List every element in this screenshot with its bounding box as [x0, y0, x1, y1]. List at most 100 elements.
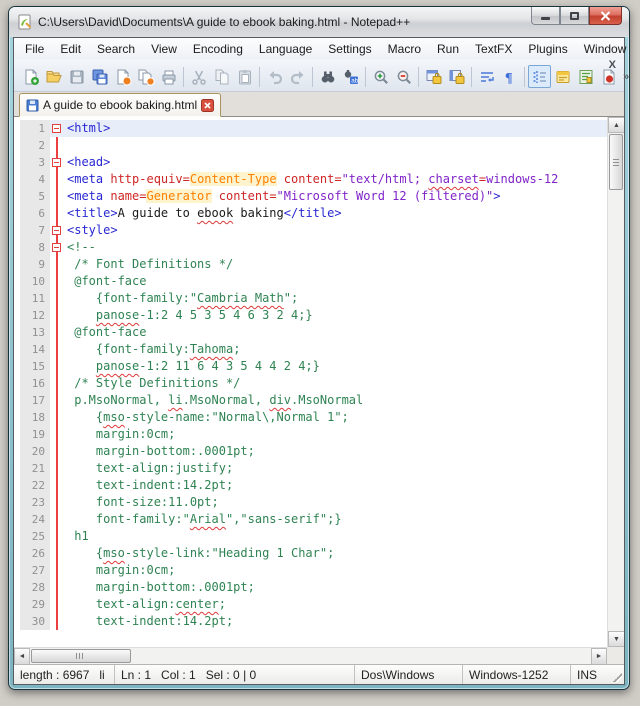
- copy-button[interactable]: [210, 65, 233, 88]
- scroll-down-arrow[interactable]: ▼: [608, 631, 624, 647]
- editor-line[interactable]: 13 @font-face: [14, 324, 607, 341]
- fold-collapse-icon[interactable]: [52, 243, 61, 252]
- toolbar-overflow-chevron[interactable]: »: [623, 71, 629, 83]
- word-wrap-button[interactable]: [475, 65, 498, 88]
- fold-margin-cell[interactable]: [50, 239, 64, 256]
- editor-line[interactable]: 22 text-indent:14.2pt;: [14, 477, 607, 494]
- fold-collapse-icon[interactable]: [52, 124, 61, 133]
- notepadpp-app-icon[interactable]: [17, 14, 33, 30]
- save-button[interactable]: [65, 65, 88, 88]
- editor-line[interactable]: 29 text-align:center;: [14, 596, 607, 613]
- menu-encoding[interactable]: Encoding: [185, 40, 251, 58]
- cut-button[interactable]: [187, 65, 210, 88]
- editor-line[interactable]: 21 text-align:justify;: [14, 460, 607, 477]
- menu-search[interactable]: Search: [89, 40, 143, 58]
- show-indent-guide-button[interactable]: [528, 65, 551, 88]
- vertical-scrollbar[interactable]: ▲ ▼: [607, 117, 624, 647]
- menu-window[interactable]: Window: [576, 40, 635, 58]
- fold-margin-cell: [50, 188, 64, 205]
- tab-active[interactable]: A guide to ebook baking.html: [19, 93, 221, 117]
- scroll-left-arrow[interactable]: ◄: [14, 648, 30, 664]
- code-area[interactable]: 1<html>23<head>4<meta http-equiv=Content…: [14, 117, 607, 647]
- resize-grip[interactable]: [610, 665, 624, 684]
- new-file-button[interactable]: [19, 65, 42, 88]
- menu-run[interactable]: Run: [429, 40, 467, 58]
- menu-help[interactable]: ?: [634, 40, 640, 58]
- editor-line[interactable]: 5<meta name=Generator content="Microsoft…: [14, 188, 607, 205]
- close-button[interactable]: [589, 7, 622, 25]
- status-encoding[interactable]: Windows-1252: [462, 665, 570, 684]
- editor-line[interactable]: 30 text-indent:14.2pt;: [14, 613, 607, 630]
- save-all-button[interactable]: [88, 65, 111, 88]
- editor-line[interactable]: 26 {mso-style-link:"Heading 1 Char";: [14, 545, 607, 562]
- editor-line[interactable]: 4<meta http-equiv=Content-Type content="…: [14, 171, 607, 188]
- status-insert-mode[interactable]: INS: [570, 665, 610, 684]
- menu-language[interactable]: Language: [251, 40, 320, 58]
- zoom-out-button[interactable]: [392, 65, 415, 88]
- paste-button[interactable]: [233, 65, 256, 88]
- print-button[interactable]: [157, 65, 180, 88]
- code-text: <head>: [64, 154, 607, 171]
- replace-button[interactable]: ab: [339, 65, 362, 88]
- editor-line[interactable]: 9 /* Font Definitions */: [14, 256, 607, 273]
- editor-line[interactable]: 24 font-family:"Arial","sans-serif";}: [14, 511, 607, 528]
- user-defined-dialog-button[interactable]: [551, 65, 574, 88]
- editor-line[interactable]: 16 /* Style Definitions */: [14, 375, 607, 392]
- scroll-right-arrow[interactable]: ►: [591, 648, 607, 664]
- close-button[interactable]: [111, 65, 134, 88]
- menu-file[interactable]: File: [17, 40, 52, 58]
- menu-view[interactable]: View: [143, 40, 185, 58]
- editor-line[interactable]: 17 p.MsoNormal, li.MsoNormal, div.MsoNor…: [14, 392, 607, 409]
- redo-button[interactable]: [286, 65, 309, 88]
- editor-line[interactable]: 20 margin-bottom:.0001pt;: [14, 443, 607, 460]
- editor-line[interactable]: 7<style>: [14, 222, 607, 239]
- status-eol-format[interactable]: Dos\Windows: [354, 665, 462, 684]
- sync-scroll-vertical-button[interactable]: [422, 65, 445, 88]
- open-file-button[interactable]: [42, 65, 65, 88]
- horizontal-scrollbar[interactable]: ◄ ►: [14, 647, 607, 664]
- editor-line[interactable]: 3<head>: [14, 154, 607, 171]
- editor-line[interactable]: 11 {font-family:"Cambria Math";: [14, 290, 607, 307]
- editor-line[interactable]: 18 {mso-style-name:"Normal\,Normal 1";: [14, 409, 607, 426]
- editor-line[interactable]: 15 panose-1:2 11 6 4 3 5 4 4 2 4;}: [14, 358, 607, 375]
- fold-margin-cell[interactable]: [50, 222, 64, 239]
- titlebar[interactable]: C:\Users\David\Documents\A guide to eboo…: [9, 7, 629, 37]
- tab-close-icon[interactable]: [201, 99, 214, 112]
- editor-line[interactable]: 8<!--: [14, 239, 607, 256]
- line-number: 17: [20, 392, 50, 409]
- fold-margin-cell[interactable]: [50, 120, 64, 137]
- editor-line[interactable]: 12 panose-1:2 4 5 3 5 4 6 3 2 4;}: [14, 307, 607, 324]
- vertical-scroll-thumb[interactable]: [609, 134, 623, 190]
- editor-line[interactable]: 10 @font-face: [14, 273, 607, 290]
- editor-line[interactable]: 25 h1: [14, 528, 607, 545]
- fold-margin-cell[interactable]: [50, 154, 64, 171]
- document-map-button[interactable]: [574, 65, 597, 88]
- zoom-in-button[interactable]: [369, 65, 392, 88]
- menu-settings[interactable]: Settings: [320, 40, 379, 58]
- find-button[interactable]: [316, 65, 339, 88]
- editor-line[interactable]: 27 margin:0cm;: [14, 562, 607, 579]
- editor-line[interactable]: 1<html>: [14, 120, 607, 137]
- fold-collapse-icon[interactable]: [52, 158, 61, 167]
- show-all-characters-button[interactable]: ¶: [498, 65, 521, 88]
- editor-line[interactable]: 2: [14, 137, 607, 154]
- editor-line[interactable]: 14 {font-family:Tahoma;: [14, 341, 607, 358]
- fold-collapse-icon[interactable]: [52, 226, 61, 235]
- undo-button[interactable]: [263, 65, 286, 88]
- minimize-button[interactable]: [531, 7, 560, 25]
- sync-scroll-horizontal-button[interactable]: [445, 65, 468, 88]
- scroll-up-arrow[interactable]: ▲: [608, 117, 624, 133]
- menu-textfx[interactable]: TextFX: [467, 40, 520, 58]
- editor-line[interactable]: 23 font-size:11.0pt;: [14, 494, 607, 511]
- close-all-button[interactable]: [134, 65, 157, 88]
- menu-macro[interactable]: Macro: [380, 40, 429, 58]
- horizontal-scroll-thumb[interactable]: [31, 649, 131, 663]
- menu-plugins[interactable]: Plugins: [520, 40, 575, 58]
- menubar-close-x[interactable]: X: [609, 60, 616, 71]
- editor-line[interactable]: 19 margin:0cm;: [14, 426, 607, 443]
- editor-line[interactable]: 28 margin-bottom:.0001pt;: [14, 579, 607, 596]
- editor-line[interactable]: 6<title>A guide to ebook baking</title>: [14, 205, 607, 222]
- maximize-button[interactable]: [560, 7, 589, 25]
- editor[interactable]: 1<html>23<head>4<meta http-equiv=Content…: [14, 117, 624, 664]
- menu-edit[interactable]: Edit: [52, 40, 89, 58]
